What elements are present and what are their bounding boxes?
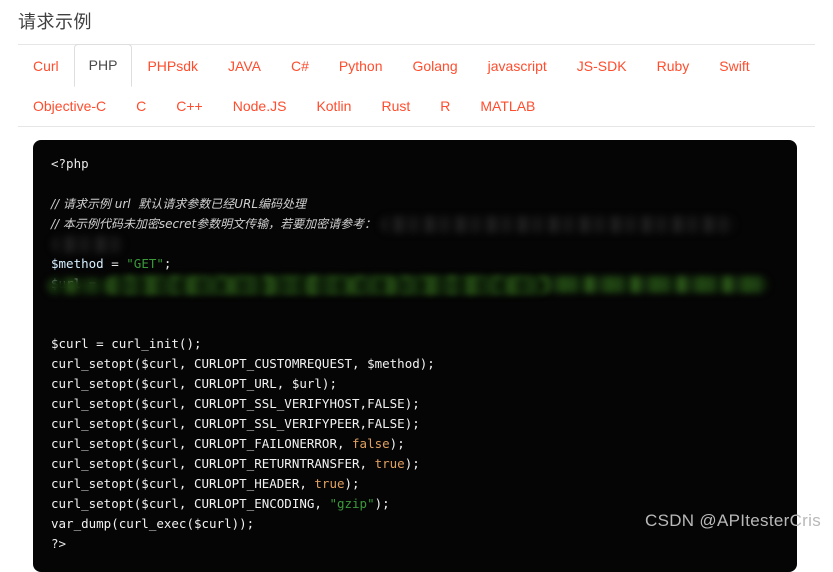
code-comment-secret: // 本示例代码未加密secret参数明文传输，若要加密请参考：: [51, 217, 377, 231]
tab-csharp[interactable]: C#: [276, 45, 324, 87]
setopt-returntransfer-head: curl_setopt($curl, CURLOPT_RETURNTRANSFE…: [51, 456, 375, 471]
code-line-setopt-returntransfer: curl_setopt($curl, CURLOPT_RETURNTRANSFE…: [51, 454, 779, 474]
code-line-url-overflow: [51, 294, 779, 314]
setopt-encoding-head: curl_setopt($curl, CURLOPT_ENCODING,: [51, 496, 330, 511]
tab-golang[interactable]: Golang: [397, 45, 472, 87]
tab-nodejs[interactable]: Node.JS: [218, 85, 302, 127]
tabs-divider: [18, 126, 815, 127]
setopt-encoding-tail: );: [374, 496, 390, 511]
tab-javascript[interactable]: javascript: [473, 45, 562, 87]
setopt-customrequest: curl_setopt($curl, CURLOPT_CUSTOMREQUEST…: [51, 356, 435, 371]
tab-java[interactable]: JAVA: [213, 45, 276, 87]
code-line-blank-1: [51, 174, 779, 194]
php-var-url: $url: [51, 276, 82, 291]
code-line-curl-init: $curl = curl_init();: [51, 334, 779, 354]
code-sample-container: <?php // 请求示例 url 默认请求参数已经URL编码处理 // 本示例代…: [33, 140, 797, 572]
code-line-setopt-verifyhost: curl_setopt($curl, CURLOPT_SSL_VERIFYHOS…: [51, 394, 779, 414]
setopt-header-value: true: [314, 476, 345, 491]
tab-python[interactable]: Python: [324, 45, 398, 87]
setopt-header-tail: );: [344, 476, 360, 491]
semicolon-method: ;: [163, 256, 172, 271]
tab-js-sdk[interactable]: JS-SDK: [562, 45, 642, 87]
tab-ruby[interactable]: Ruby: [642, 45, 705, 87]
setopt-ssl-verifypeer: curl_setopt($curl, CURLOPT_SSL_VERIFYPEE…: [51, 416, 420, 431]
tab-swift[interactable]: Swift: [704, 45, 764, 87]
tab-rust[interactable]: Rust: [366, 85, 425, 127]
setopt-failonerror-value: false: [352, 436, 390, 451]
code-line-setopt-header: curl_setopt($curl, CURLOPT_HEADER, true)…: [51, 474, 779, 494]
setopt-header-head: curl_setopt($curl, CURLOPT_HEADER,: [51, 476, 315, 491]
language-tab-bar: Curl PHP PHPsdk JAVA C# Python Golang ja…: [0, 44, 833, 126]
php-open-tag: <?php: [51, 156, 89, 171]
php-var-method: $method: [51, 256, 104, 271]
page-title-text: 请求示例: [18, 12, 92, 32]
code-line-var-dump: var_dump(curl_exec($curl));: [51, 514, 779, 534]
assign-op-url: =: [81, 276, 104, 291]
setopt-ssl-verifyhost: curl_setopt($curl, CURLOPT_SSL_VERIFYHOS…: [51, 396, 420, 411]
tab-c[interactable]: C: [121, 85, 161, 127]
setopt-encoding-value: "gzip": [329, 496, 375, 511]
code-line-setopt-customrequest: curl_setopt($curl, CURLOPT_CUSTOMREQUEST…: [51, 354, 779, 374]
code-line-open-tag: <?php: [51, 154, 779, 174]
setopt-failonerror-tail: );: [389, 436, 405, 451]
tab-row-primary: Curl PHP PHPsdk JAVA C# Python Golang ja…: [18, 44, 815, 87]
setopt-returntransfer-tail: );: [404, 456, 420, 471]
code-comment-url: // 请求示例 url 默认请求参数已经URL编码处理: [51, 197, 307, 211]
tab-curl[interactable]: Curl: [18, 45, 74, 87]
tab-matlab[interactable]: MATLAB: [465, 85, 550, 127]
tab-cpp[interactable]: C++: [161, 85, 217, 127]
code-line-blank-2: [51, 314, 779, 334]
redacted-link-region-continued: [51, 236, 123, 253]
code-line-setopt-verifypeer: curl_setopt($curl, CURLOPT_SSL_VERIFYPEE…: [51, 414, 779, 434]
code-line-method: $method = "GET";: [51, 254, 779, 274]
setopt-failonerror-head: curl_setopt($curl, CURLOPT_FAILONERROR,: [51, 436, 353, 451]
code-line-url: $url =: [51, 274, 779, 294]
code-line-close-tag: ?>: [51, 534, 779, 554]
curl-init-stmt: $curl = curl_init();: [51, 336, 202, 351]
code-line-comment-1: // 请求示例 url 默认请求参数已经URL编码处理: [51, 194, 779, 214]
code-line-comment-2: // 本示例代码未加密secret参数明文传输，若要加密请参考：: [51, 214, 779, 234]
code-block[interactable]: <?php // 请求示例 url 默认请求参数已经URL编码处理 // 本示例代…: [33, 140, 797, 572]
redacted-url-value: [107, 276, 768, 293]
page-title: 请求示例: [0, 0, 833, 45]
tab-php[interactable]: PHP: [73, 44, 133, 87]
var-dump-stmt: var_dump(curl_exec($curl));: [51, 516, 255, 531]
php-close-tag: ?>: [51, 536, 67, 551]
setopt-url: curl_setopt($curl, CURLOPT_URL, $url);: [51, 376, 337, 391]
redacted-link-region: [380, 216, 736, 233]
setopt-returntransfer-value: true: [374, 456, 405, 471]
http-method-value: "GET": [126, 256, 164, 271]
code-content: <?php // 请求示例 url 默认请求参数已经URL编码处理 // 本示例代…: [33, 154, 797, 554]
code-line-setopt-failonerror: curl_setopt($curl, CURLOPT_FAILONERROR, …: [51, 434, 779, 454]
tab-kotlin[interactable]: Kotlin: [301, 85, 366, 127]
tab-r[interactable]: R: [425, 85, 465, 127]
tab-row-secondary: Objective-C C C++ Node.JS Kotlin Rust R …: [18, 86, 815, 126]
assign-op-method: =: [103, 256, 127, 271]
code-line-comment-2-overflow: [51, 234, 779, 254]
tab-phpsdk[interactable]: PHPsdk: [132, 45, 213, 87]
code-line-setopt-encoding: curl_setopt($curl, CURLOPT_ENCODING, "gz…: [51, 494, 779, 514]
tab-objective-c[interactable]: Objective-C: [18, 85, 121, 127]
code-line-setopt-url: curl_setopt($curl, CURLOPT_URL, $url);: [51, 374, 779, 394]
